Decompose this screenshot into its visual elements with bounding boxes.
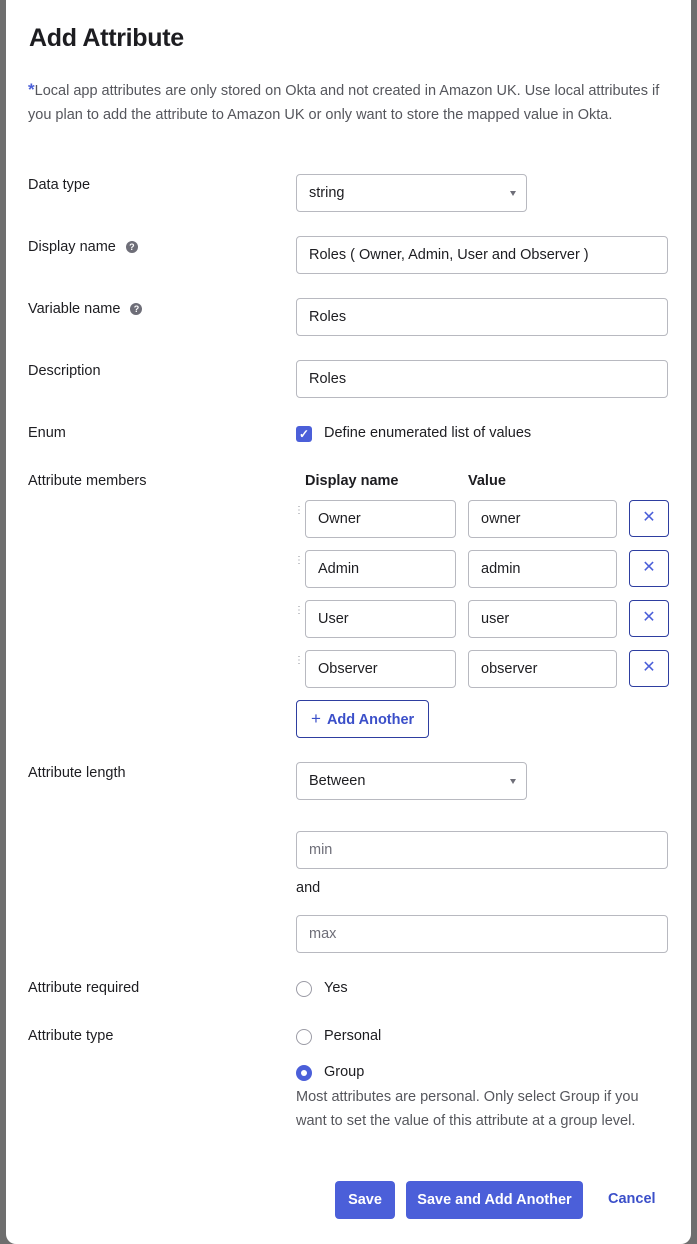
drag-handle-icon[interactable]: ⋮ — [294, 656, 304, 666]
member-value-input[interactable]: observer — [468, 650, 617, 688]
close-icon: ✕ — [642, 659, 656, 676]
save-button[interactable]: Save — [335, 1181, 395, 1219]
drag-handle-icon[interactable]: ⋮ — [294, 506, 304, 516]
member-display-input[interactable]: User — [305, 600, 456, 638]
required-yes-label[interactable]: Yes — [324, 980, 348, 996]
member-display-input[interactable]: Observer — [305, 650, 456, 688]
members-col-value: Value — [468, 473, 506, 489]
enum-checkbox-label[interactable]: Define enumerated list of values — [324, 425, 531, 441]
display-name-label-text: Display name — [28, 239, 116, 255]
remove-member-button[interactable]: ✕ — [629, 600, 669, 637]
type-group-radio[interactable] — [296, 1065, 312, 1081]
question-circle-icon[interactable]: ? — [130, 303, 143, 315]
close-icon: ✕ — [642, 509, 656, 526]
local-attribute-note: *Local app attributes are only stored on… — [28, 78, 668, 127]
cancel-button[interactable]: Cancel — [608, 1191, 656, 1207]
attribute-members-label: Attribute members — [28, 473, 147, 489]
attribute-required-label: Attribute required — [28, 980, 140, 996]
remove-member-button[interactable]: ✕ — [629, 550, 669, 587]
data-type-label: Data type — [28, 177, 91, 193]
attribute-length-value: Between — [309, 773, 366, 789]
member-value-input[interactable]: admin — [468, 550, 617, 588]
members-col-display-name: Display name — [305, 473, 399, 489]
attribute-type-help: Most attributes are personal. Only selec… — [296, 1089, 639, 1129]
type-personal-label[interactable]: Personal — [324, 1028, 381, 1044]
variable-name-label-text: Variable name — [28, 301, 121, 317]
member-value-input[interactable]: owner — [468, 500, 617, 538]
chevron-down-icon — [510, 191, 516, 196]
attribute-length-select[interactable]: Between — [296, 762, 527, 800]
required-star: * — [28, 80, 35, 99]
attribute-length-label: Attribute length — [28, 765, 126, 781]
close-icon: ✕ — [642, 559, 656, 576]
description-input[interactable]: Roles — [296, 360, 668, 398]
display-name-input[interactable]: Roles ( Owner, Admin, User and Observer … — [296, 236, 668, 274]
member-display-input[interactable]: Owner — [305, 500, 456, 538]
description-label: Description — [28, 363, 101, 379]
checkmark-icon: ✓ — [298, 427, 310, 441]
type-personal-radio[interactable] — [296, 1029, 312, 1045]
drag-handle-icon[interactable]: ⋮ — [294, 556, 304, 566]
note-text: Local app attributes are only stored on … — [28, 83, 660, 123]
chevron-down-icon — [510, 779, 516, 784]
close-icon: ✕ — [642, 609, 656, 626]
plus-icon: + — [311, 709, 321, 728]
member-value-input[interactable]: user — [468, 600, 617, 638]
add-attribute-modal: Add Attribute *Local app attributes are … — [6, 0, 691, 1244]
save-and-add-another-button[interactable]: Save and Add Another — [406, 1181, 583, 1219]
remove-member-button[interactable]: ✕ — [629, 650, 669, 687]
variable-name-label: Variable name? — [28, 301, 143, 317]
modal-title: Add Attribute — [29, 24, 184, 52]
data-type-select[interactable]: string — [296, 174, 527, 212]
data-type-value: string — [309, 185, 345, 201]
enum-label: Enum — [28, 425, 66, 441]
max-length-input[interactable]: max — [296, 915, 668, 953]
type-group-label[interactable]: Group — [324, 1064, 364, 1080]
min-length-input[interactable]: min — [296, 831, 668, 869]
remove-member-button[interactable]: ✕ — [629, 500, 669, 537]
add-another-member-button[interactable]: + Add Another — [296, 700, 430, 738]
display-name-label: Display name? — [28, 239, 138, 255]
and-text: and — [296, 880, 321, 896]
drag-handle-icon[interactable]: ⋮ — [294, 606, 304, 616]
member-display-input[interactable]: Admin — [305, 550, 456, 588]
enum-checkbox[interactable]: ✓ — [296, 426, 312, 442]
add-another-label: Add Another — [326, 712, 415, 728]
attribute-type-label: Attribute type — [28, 1028, 114, 1044]
question-circle-icon[interactable]: ? — [125, 241, 138, 253]
variable-name-input[interactable]: Roles — [296, 298, 668, 336]
required-yes-checkbox[interactable] — [296, 981, 312, 997]
